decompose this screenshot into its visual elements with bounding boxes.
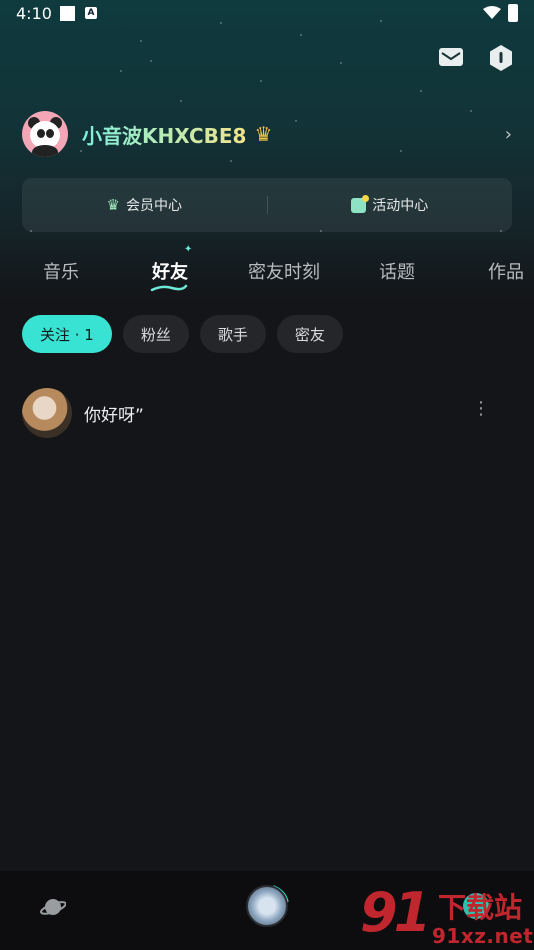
music-disc-icon[interactable] <box>246 885 288 927</box>
hexagon-settings-icon[interactable] <box>488 44 514 72</box>
watermark-title: 下载站 <box>438 891 523 924</box>
chevron-right-icon[interactable]: › <box>505 124 512 145</box>
chip-close-friends[interactable]: 密友 <box>276 315 343 353</box>
crown-icon: ♛ <box>254 122 273 146</box>
tab-topics[interactable]: 话题 <box>379 258 415 284</box>
tab-close-friend-moments[interactable]: 密友时刻 <box>248 258 320 284</box>
mail-icon[interactable] <box>438 46 464 68</box>
star <box>300 34 302 36</box>
chip-fans[interactable]: 粉丝 <box>122 315 189 353</box>
star <box>420 90 422 92</box>
notification-icon <box>60 6 75 21</box>
tab-works[interactable]: 作品 <box>488 258 524 284</box>
vip-center-button[interactable]: ♛ 会员中心 <box>22 195 267 215</box>
tab-bar: 音乐 好友 密友时刻 话题 作品 <box>0 250 534 294</box>
filter-chips: 关注 · 1 粉丝 歌手 密友 <box>22 315 343 353</box>
tab-friends[interactable]: 好友 <box>152 258 188 284</box>
avatar[interactable] <box>22 111 68 157</box>
chip-singers[interactable]: 歌手 <box>199 315 266 353</box>
tab-active-indicator <box>150 284 188 292</box>
app-a-icon: A <box>85 7 97 19</box>
star <box>260 80 262 82</box>
star <box>340 62 342 64</box>
watermark-logo: 91 <box>360 881 431 944</box>
activity-center-button[interactable]: 活动中心 <box>268 194 513 215</box>
watermark: 91 下载站 91xz.net <box>360 886 534 950</box>
battery-icon <box>508 4 518 22</box>
planet-icon[interactable] <box>40 894 66 920</box>
star <box>120 70 122 72</box>
activity-icon <box>351 194 370 213</box>
username: 小音波KHXCBE8 <box>82 120 246 149</box>
wifi-icon <box>483 6 501 19</box>
avatar[interactable] <box>22 388 72 438</box>
panda-eye <box>37 129 45 138</box>
star <box>180 100 182 102</box>
chip-following[interactable]: 关注 · 1 <box>22 315 112 353</box>
status-time: 4:10 <box>16 4 52 23</box>
star <box>150 60 152 62</box>
star <box>230 160 232 162</box>
vip-center-label: 会员中心 <box>125 198 182 214</box>
tab-music[interactable]: 音乐 <box>43 258 79 284</box>
status-bar: 4:10 A <box>0 0 534 30</box>
star <box>140 40 142 42</box>
center-card: ♛ 会员中心 活动中心 <box>22 178 512 232</box>
friend-name: 你好呀” <box>84 405 144 426</box>
list-item[interactable]: 你好呀” ⋮ <box>22 386 512 440</box>
panda-body <box>32 145 58 157</box>
watermark-url: 91xz.net <box>432 924 534 948</box>
profile-row[interactable]: 小音波KHXCBE8 ♛ › <box>22 110 512 158</box>
activity-center-label: 活动中心 <box>372 198 429 214</box>
sparkle-icon: ✦ <box>184 244 193 255</box>
crown-icon: ♛ <box>106 196 120 214</box>
more-options-icon[interactable]: ⋮ <box>472 400 490 418</box>
panda-eye <box>46 129 54 138</box>
